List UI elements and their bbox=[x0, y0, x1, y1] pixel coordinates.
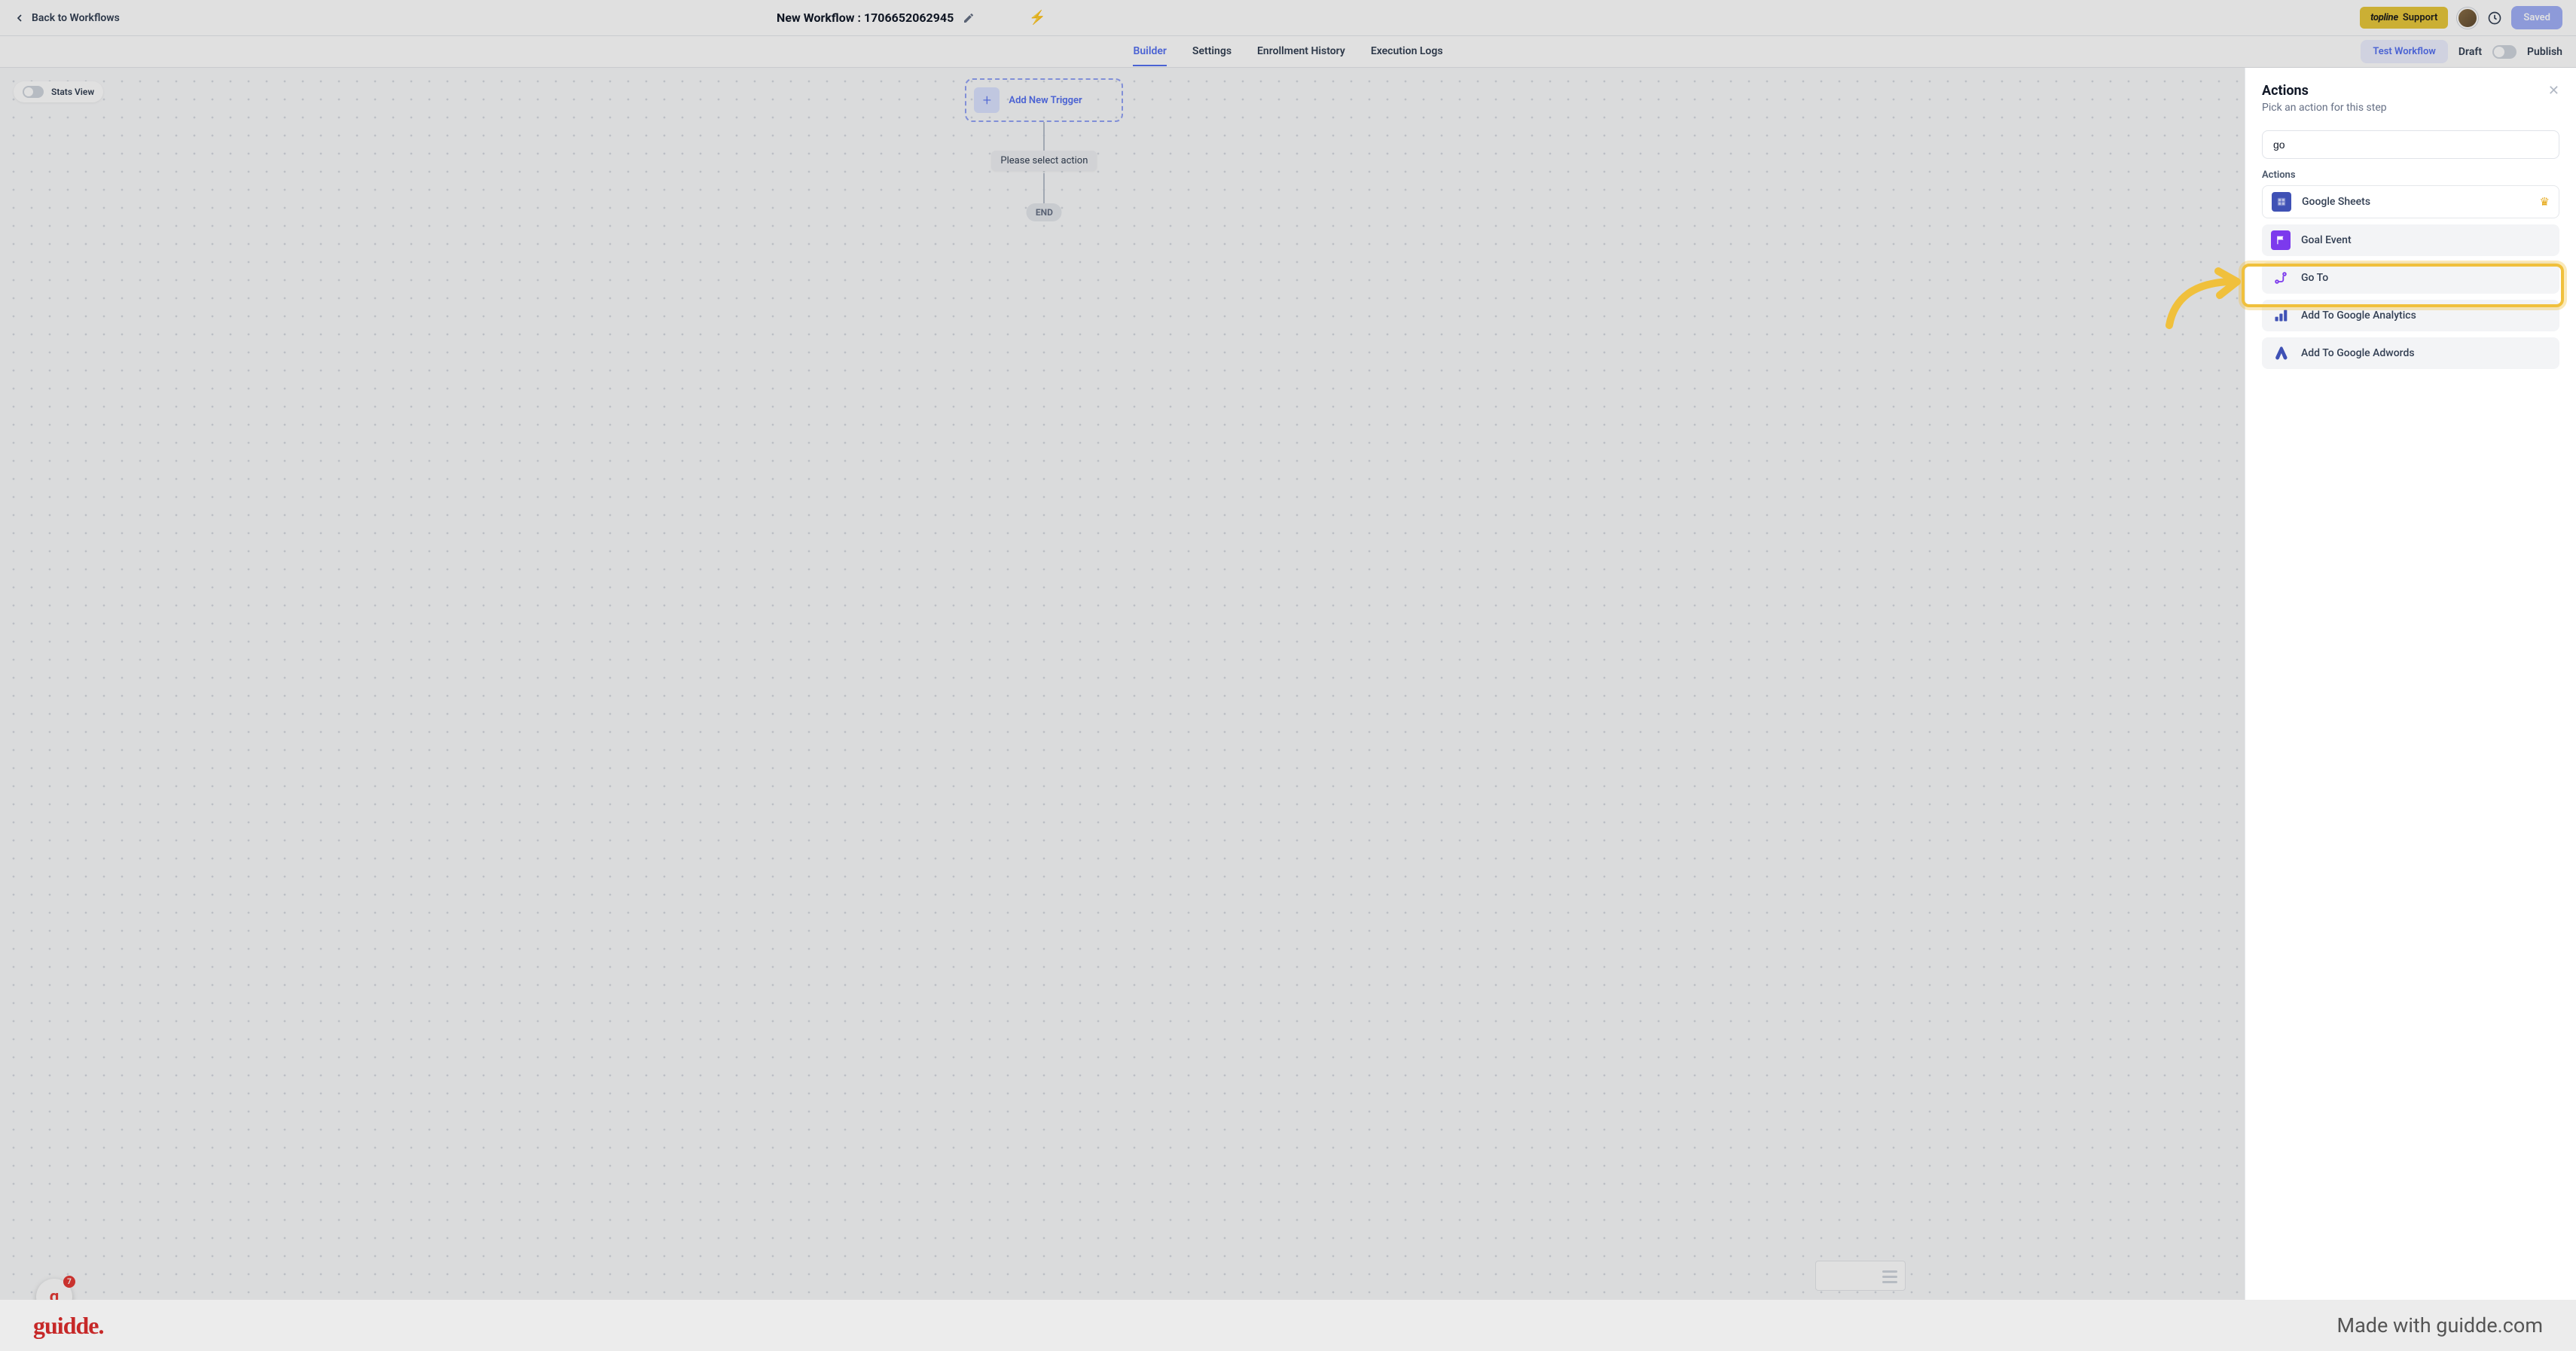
draft-label: Draft bbox=[2458, 46, 2482, 58]
end-node: END bbox=[1027, 203, 1062, 221]
badge-count: 7 bbox=[63, 1276, 75, 1288]
saved-button[interactable]: Saved bbox=[2511, 6, 2562, 29]
stats-view-toggle[interactable] bbox=[23, 86, 44, 98]
workflow-canvas[interactable]: Stats View + Add New Trigger Please sele… bbox=[0, 68, 2245, 1300]
stats-view-label: Stats View bbox=[51, 87, 94, 97]
flag-icon bbox=[2271, 230, 2291, 250]
add-trigger-node[interactable]: + Add New Trigger bbox=[965, 78, 1123, 122]
sidebar-subtitle: Pick an action for this step bbox=[2262, 102, 2387, 114]
guidde-logo: guidde. bbox=[33, 1312, 103, 1340]
action-item-go-to[interactable]: Go To bbox=[2262, 262, 2559, 294]
back-label: Back to Workflows bbox=[32, 12, 120, 24]
header-tabs: Builder Settings Enrollment History Exec… bbox=[0, 36, 2576, 68]
connector-line bbox=[1043, 122, 1045, 151]
bolt-icon: ⚡ bbox=[1029, 10, 1045, 26]
footer-attribution: Made with guidde.com bbox=[2337, 1313, 2543, 1337]
sidebar-title: Actions bbox=[2262, 83, 2387, 99]
tab-enrollment-history[interactable]: Enrollment History bbox=[1257, 38, 1345, 66]
crown-icon: ♛ bbox=[2540, 195, 2550, 209]
main-area: Stats View + Add New Trigger Please sele… bbox=[0, 68, 2576, 1300]
action-item-goal-event[interactable]: Goal Event bbox=[2262, 224, 2559, 256]
select-action-node[interactable]: Please select action bbox=[991, 151, 1097, 171]
action-item-label: Google Sheets bbox=[2302, 196, 2529, 208]
publish-label: Publish bbox=[2527, 46, 2562, 58]
add-trigger-label: Add New Trigger bbox=[1009, 95, 1082, 106]
top-header: Back to Workflows New Workflow : 1706652… bbox=[0, 0, 2576, 36]
action-item-label: Add To Google Adwords bbox=[2301, 347, 2550, 359]
tab-execution-logs[interactable]: Execution Logs bbox=[1371, 38, 1443, 66]
workflow-title-block: New Workflow : 1706652062945 ⚡ bbox=[777, 10, 1046, 26]
actions-section-label: Actions bbox=[2262, 169, 2559, 181]
connector-line bbox=[1043, 173, 1045, 203]
guidde-footer: guidde. Made with guidde.com bbox=[0, 1300, 2576, 1351]
adwords-icon bbox=[2271, 343, 2291, 363]
action-item-label: Go To bbox=[2301, 272, 2550, 284]
action-list: Google Sheets ♛ Goal Event Go To bbox=[2262, 185, 2559, 369]
guidde-launcher-badge[interactable]: g 7 bbox=[36, 1279, 72, 1300]
minimap[interactable] bbox=[1815, 1261, 1906, 1291]
tab-settings[interactable]: Settings bbox=[1192, 38, 1232, 66]
action-item-google-adwords[interactable]: Add To Google Adwords bbox=[2262, 337, 2559, 369]
search-input[interactable] bbox=[2262, 130, 2559, 159]
action-item-google-analytics[interactable]: Add To Google Analytics bbox=[2262, 300, 2559, 331]
chevron-left-icon bbox=[14, 12, 26, 24]
analytics-icon bbox=[2271, 306, 2291, 325]
close-icon[interactable]: ✕ bbox=[2548, 83, 2559, 99]
history-icon[interactable] bbox=[2487, 11, 2502, 26]
user-avatar[interactable] bbox=[2457, 8, 2478, 29]
support-button[interactable]: topline Support bbox=[2360, 7, 2448, 29]
action-item-label: Add To Google Analytics bbox=[2301, 310, 2550, 322]
route-icon bbox=[2271, 268, 2291, 288]
sheets-icon bbox=[2272, 192, 2291, 212]
tab-builder[interactable]: Builder bbox=[1133, 38, 1166, 66]
action-item-google-sheets[interactable]: Google Sheets ♛ bbox=[2262, 185, 2559, 218]
stats-view-pill[interactable]: Stats View bbox=[14, 81, 103, 102]
pencil-icon[interactable] bbox=[963, 12, 975, 24]
test-workflow-button[interactable]: Test Workflow bbox=[2361, 40, 2448, 63]
action-item-label: Goal Event bbox=[2301, 234, 2550, 246]
plus-icon: + bbox=[974, 87, 1000, 113]
workflow-title: New Workflow : 1706652062945 bbox=[777, 11, 954, 25]
actions-sidebar: Actions Pick an action for this step ✕ A… bbox=[2245, 68, 2576, 1300]
back-to-workflows-button[interactable]: Back to Workflows bbox=[14, 12, 120, 24]
publish-toggle[interactable] bbox=[2492, 45, 2516, 59]
